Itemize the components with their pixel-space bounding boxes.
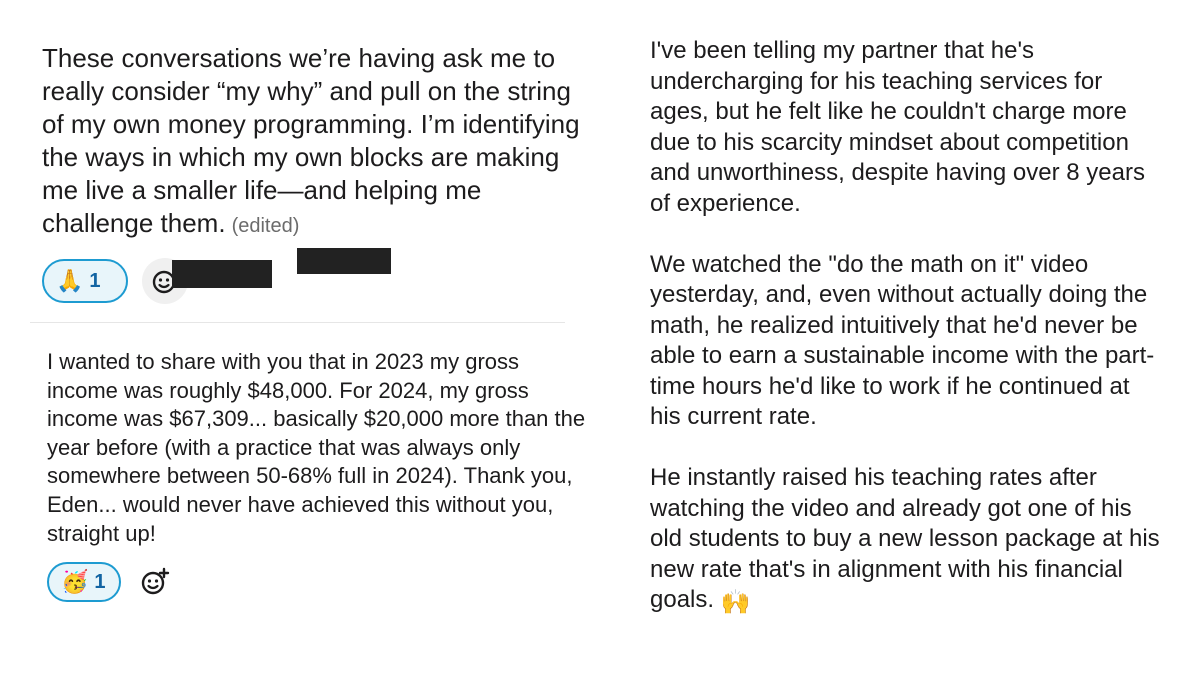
message-3-paragraph-1: I've been telling my partner that he's u… [650,37,1145,217]
party-face-emoji-icon: 🥳 [61,569,89,594]
raised-hands-emoji-icon: 🙌 [720,589,751,616]
redaction-bar [297,248,391,274]
edited-label: (edited) [231,215,300,237]
reaction-pill-pray[interactable]: 🙏 1 [42,259,128,303]
reaction-pill-party[interactable]: 🥳 1 [47,562,121,602]
pray-emoji-icon: 🙏 [56,268,84,293]
message-3-paragraph-2: We watched the "do the math on it" video… [650,250,1155,431]
redaction-bar [172,260,272,288]
add-reaction-button[interactable] [135,562,175,602]
reaction-count: 1 [89,269,101,292]
message-1-reactions: 🙏 1 [42,258,188,304]
message-2-reactions: 🥳 1 [47,562,175,602]
message-2-text: I wanted to share with you that in 2023 … [47,349,586,546]
message-divider [30,322,565,323]
message-1-text: These conversations we’re having ask me … [42,42,582,243]
reaction-count: 1 [94,570,106,593]
message-1-body: These conversations we’re having ask me … [42,43,580,238]
message-3-text: I've been telling my partner that he's u… [650,36,1160,619]
message-3-paragraph-3: He instantly raised his teaching rates a… [650,463,1160,619]
add-reaction-icon [141,567,170,595]
